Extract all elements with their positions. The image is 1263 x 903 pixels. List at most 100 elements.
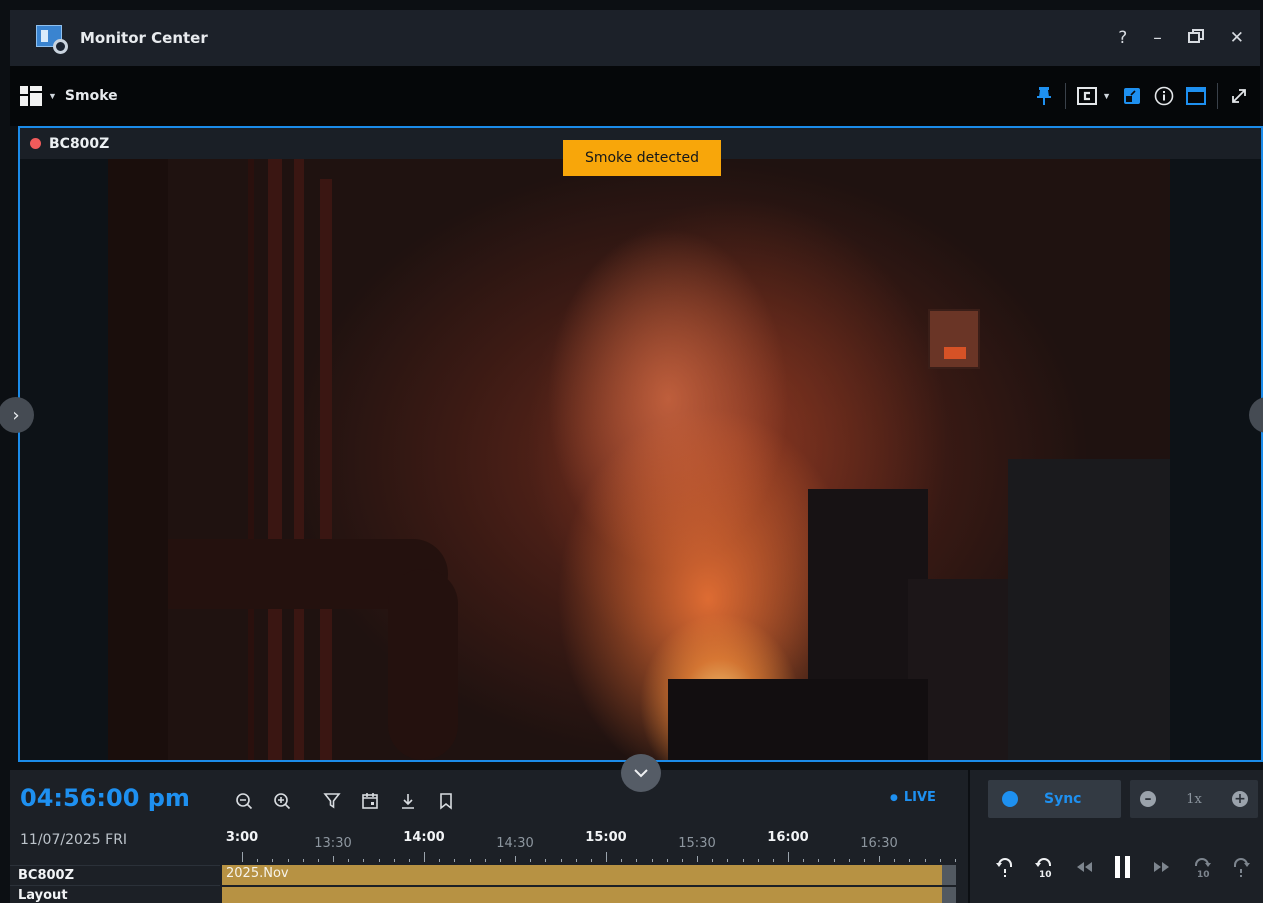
timeline-minor-tick (651, 859, 653, 862)
live-button[interactable]: LIVE (890, 790, 936, 805)
sync-label: Sync (1044, 791, 1082, 807)
timeline-minor-tick (393, 859, 395, 862)
timeline-date: 11/07/2025 FRI (20, 832, 128, 848)
timeline-minor-tick (894, 859, 896, 862)
track-labels: BC800Z Layout (10, 865, 220, 903)
layout-grid-icon[interactable] (20, 86, 42, 106)
restore-button[interactable] (1187, 28, 1204, 49)
timeline-tick-label: 16:30 (860, 836, 898, 851)
close-button[interactable]: ✕ (1230, 28, 1244, 48)
timeline-tick (333, 856, 334, 862)
chevron-down-icon (634, 769, 648, 778)
timeline-minor-tick (545, 859, 547, 862)
zoom-out-icon[interactable] (232, 790, 256, 812)
timeline-minor-tick (363, 859, 365, 862)
timeline-minor-tick (575, 859, 577, 862)
timeline-tick (424, 852, 425, 862)
recording-track-end (942, 865, 956, 885)
timeline-minor-tick (681, 859, 683, 862)
picture-in-picture-icon[interactable] (1121, 85, 1143, 107)
pause-icon[interactable] (1110, 852, 1136, 882)
playback-control-panel: Sync – 1x + 10 10 (970, 770, 1263, 903)
camera-dropdown-caret-icon[interactable]: ▼ (1102, 91, 1111, 101)
timeline-tick (788, 852, 789, 862)
timeline-minor-tick (863, 859, 865, 862)
current-time: 04:56:00 pm (20, 784, 190, 812)
timeline-tick-label: 15:00 (585, 830, 627, 845)
step-back-icon[interactable] (1071, 852, 1097, 882)
timeline-tick-label: 16:00 (767, 830, 809, 845)
timeline-minor-tick (939, 859, 941, 862)
timeline-tick (242, 852, 243, 862)
recording-track-month: 2025.Nov (226, 866, 289, 881)
timeline-ruler[interactable]: 3:00 13:30 14:00 14:30 15:00 15:30 16:00 16:30 (222, 828, 957, 862)
next-event-icon[interactable] (1228, 852, 1254, 882)
timeline-minor-tick (257, 859, 259, 862)
timeline-minor-tick (666, 859, 668, 862)
camera-video-feed[interactable] (108, 159, 1170, 760)
timeline-tick-label: 15:30 (678, 836, 716, 851)
app-logo-icon (36, 25, 68, 54)
step-forward-icon[interactable] (1149, 852, 1175, 882)
timeline-panel: 04:56:00 pm LIVE 11/07/2025 FRI 3:00 13:3… (10, 770, 968, 903)
timeline-minor-tick (727, 859, 729, 862)
forward-10-icon[interactable]: 10 (1189, 852, 1215, 882)
minimize-button[interactable]: – (1153, 28, 1162, 48)
camera-c-icon[interactable] (1076, 85, 1098, 107)
timeline-minor-tick (454, 859, 456, 862)
track-label-layout: Layout (10, 885, 220, 903)
collapse-panel-button[interactable] (621, 754, 661, 792)
help-button[interactable]: ? (1118, 28, 1127, 48)
sync-toggle[interactable]: Sync (988, 780, 1121, 818)
speed-control: – 1x + (1130, 780, 1258, 818)
smoke-alert-banner: Smoke detected (563, 140, 721, 176)
layout-name[interactable]: Smoke (65, 88, 118, 104)
timeline-minor-tick (772, 859, 774, 862)
window-controls: ? – ✕ (1118, 10, 1244, 66)
timeline-tick (606, 852, 607, 862)
layout-dropdown-caret-icon[interactable]: ▼ (48, 91, 57, 101)
timeline-minor-tick (302, 859, 304, 862)
timeline-minor-tick (408, 859, 410, 862)
track-label-camera: BC800Z (10, 865, 220, 885)
restore-icon (1187, 28, 1204, 43)
timeline-minor-tick (378, 859, 380, 862)
timeline-minor-tick (560, 859, 562, 862)
timeline-minor-tick (954, 859, 956, 862)
timeline-minor-tick (818, 859, 820, 862)
window-icon[interactable] (1185, 85, 1207, 107)
previous-event-icon[interactable] (992, 852, 1018, 882)
rewind-10-icon[interactable]: 10 (1031, 852, 1057, 882)
filter-icon[interactable] (320, 790, 344, 812)
speed-decrease-button[interactable]: – (1140, 791, 1156, 807)
recording-track-bar[interactable] (222, 865, 942, 885)
chevron-right-icon: › (12, 404, 20, 426)
timeline-tick-label: 13:30 (314, 836, 352, 851)
download-icon[interactable] (396, 790, 420, 812)
pin-icon[interactable] (1033, 85, 1055, 107)
timeline-minor-tick (469, 859, 471, 862)
layout-track-bar[interactable] (222, 887, 942, 903)
timeline-minor-tick (803, 859, 805, 862)
timeline-minor-tick (712, 859, 714, 862)
zoom-in-icon[interactable] (270, 790, 294, 812)
timeline-minor-tick (287, 859, 289, 862)
timeline-minor-tick (833, 859, 835, 862)
timeline-minor-tick (272, 859, 274, 862)
timeline-tick (697, 856, 698, 862)
timeline-minor-tick (636, 859, 638, 862)
calendar-icon[interactable] (358, 790, 382, 812)
info-icon[interactable] (1153, 85, 1175, 107)
camera-viewport[interactable]: BC800Z (18, 126, 1263, 762)
timeline-tick-label: 3:00 (225, 830, 259, 845)
bookmark-icon[interactable] (434, 790, 458, 812)
timeline-tools (232, 790, 458, 812)
speed-increase-button[interactable]: + (1231, 791, 1248, 807)
recording-indicator (30, 138, 41, 149)
playback-buttons: 10 10 (992, 850, 1254, 884)
timeline-minor-tick (439, 859, 441, 862)
expand-icon[interactable] (1228, 85, 1250, 107)
timeline-minor-tick (848, 859, 850, 862)
svg-text:10: 10 (1039, 870, 1052, 878)
timeline-minor-tick (757, 859, 759, 862)
